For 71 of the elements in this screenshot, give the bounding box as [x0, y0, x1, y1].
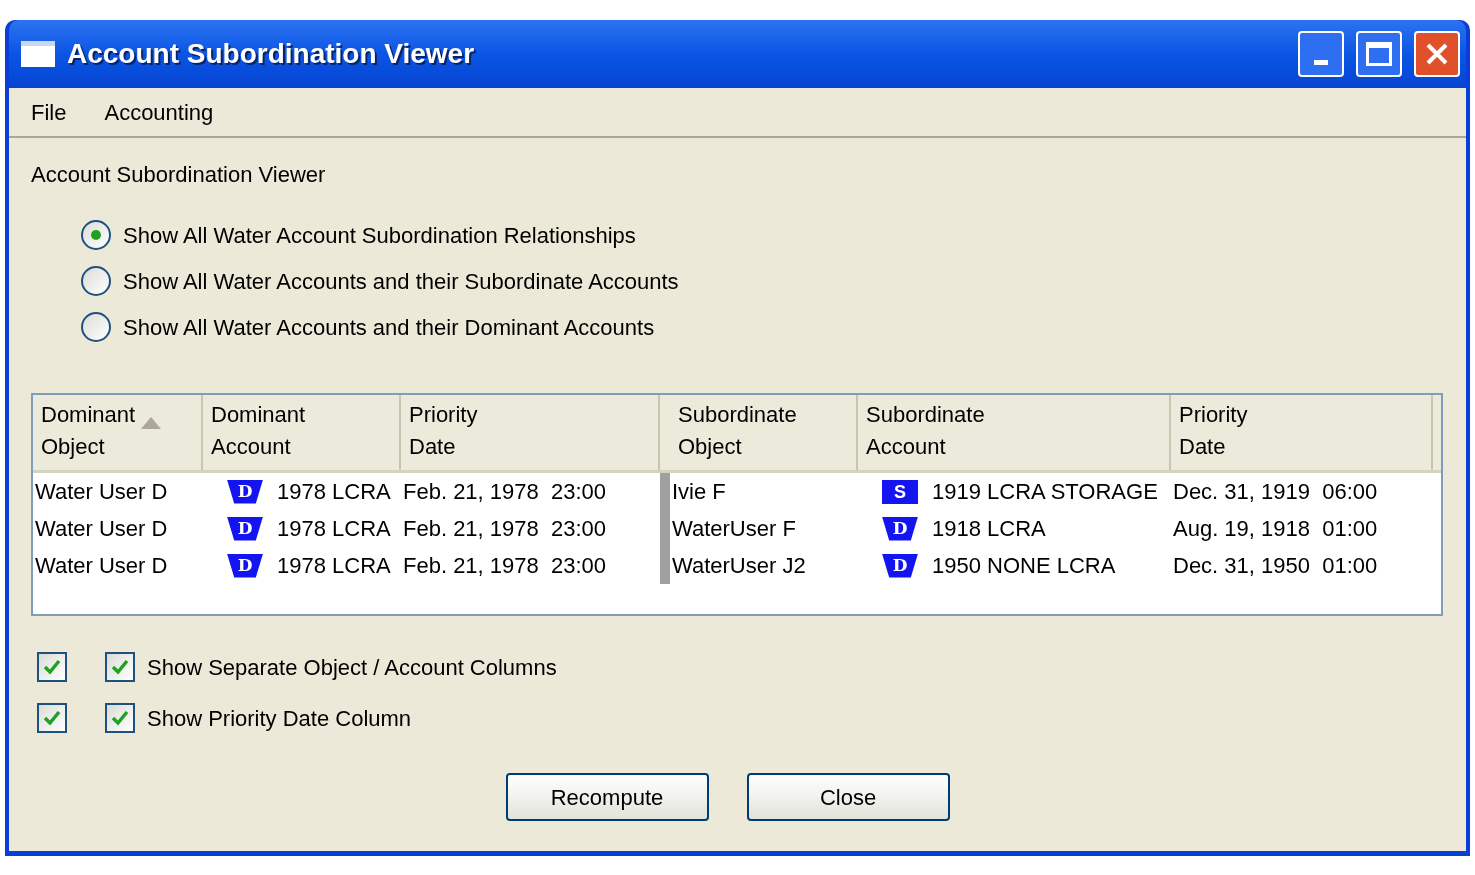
table-cell: Dec. 31, 1950 01:00 — [1173, 553, 1378, 578]
radio-button[interactable] — [81, 312, 111, 342]
column-header[interactable]: Subordinate Account — [858, 395, 1171, 470]
table-cell: Aug. 19, 1918 01:00 — [1173, 516, 1378, 541]
table-cell: Dec. 31, 1919 06:00 — [1173, 479, 1378, 504]
header-text: Subordinate — [866, 401, 985, 429]
account-type-icon: D — [882, 553, 918, 578]
table-cell: Water User D — [35, 479, 168, 504]
header-text: Account — [866, 433, 947, 461]
header-text: Dominant — [211, 401, 306, 429]
account-type-icon: D — [227, 516, 263, 541]
column-header[interactable]: Priority Date — [401, 395, 660, 470]
table-cell: Water User D — [35, 516, 168, 541]
header-text: Object — [678, 433, 743, 461]
header-text: Account — [211, 433, 292, 461]
checkbox[interactable] — [37, 652, 67, 682]
dialog-button[interactable]: Close — [746, 773, 950, 821]
table-cell-text: 1918 LCRA — [932, 515, 1046, 543]
minimize-icon — [1314, 60, 1328, 65]
table-cell-text: 1919 LCRA STORAGE — [932, 478, 1158, 506]
radio-button[interactable] — [81, 220, 111, 250]
radio-label[interactable]: Show All Water Accounts and their Dominant Accounts — [123, 310, 655, 344]
window-icon — [21, 41, 55, 67]
close-icon — [1425, 42, 1449, 66]
check-icon — [43, 710, 61, 726]
header-text: Priority — [409, 401, 478, 429]
table-cell: WaterUser F — [672, 516, 796, 541]
menu-item[interactable]: File — [31, 95, 67, 129]
column-header[interactable]: Subordinate Object — [670, 395, 858, 470]
checkbox-label[interactable]: Show Priority Date Column — [147, 701, 412, 735]
check-icon — [111, 659, 129, 675]
checkbox[interactable] — [105, 652, 135, 682]
check-icon — [43, 659, 61, 675]
window-title: Account Subordination Viewer — [67, 37, 476, 71]
header-text: Dominant — [41, 401, 136, 429]
header-text: Date — [1179, 433, 1227, 461]
header-text: Object — [41, 433, 106, 461]
table-cell-text: 1978 LCRA — [277, 552, 391, 580]
checkbox-label[interactable]: Show Separate Object / Account Columns — [147, 650, 557, 684]
radio-label[interactable]: Show All Water Accounts and their Subordinate Accounts — [123, 264, 679, 298]
maximize-button[interactable] — [1356, 31, 1402, 77]
check-icon — [111, 710, 129, 726]
header-text: Priority — [1179, 401, 1248, 429]
table-cell: WaterUser J2 — [672, 553, 806, 578]
table-cell-text: 1950 NONE LCRA — [932, 552, 1116, 580]
header-text: Subordinate — [678, 401, 797, 429]
checkbox[interactable] — [105, 703, 135, 733]
radio-label[interactable]: Show All Water Account Subordination Relationships — [123, 218, 636, 252]
table-cell: Feb. 21, 1978 23:00 — [403, 479, 607, 504]
account-type-icon: D — [227, 553, 263, 578]
account-type-icon: S — [882, 479, 918, 504]
table-cell: Water User D — [35, 553, 168, 578]
column-header[interactable]: Dominant Account — [203, 395, 401, 470]
table-cell: Feb. 21, 1978 23:00 — [403, 553, 607, 578]
account-type-icon: D — [882, 516, 918, 541]
table-cell: Ivie F — [672, 479, 726, 504]
close-button[interactable] — [1414, 31, 1460, 77]
maximize-icon — [1366, 42, 1392, 66]
radio-button[interactable] — [81, 266, 111, 296]
dialog-button[interactable]: Recompute — [505, 773, 709, 821]
minimize-button[interactable] — [1298, 31, 1344, 77]
account-type-icon: D — [227, 479, 263, 504]
header-text: Date — [409, 433, 457, 461]
table-cell-text: 1978 LCRA — [277, 515, 391, 543]
checkbox[interactable] — [37, 703, 67, 733]
table-cell: Feb. 21, 1978 23:00 — [403, 516, 607, 541]
column-header[interactable]: Dominant Object — [33, 395, 203, 470]
menu-item[interactable]: Accounting — [104, 95, 214, 129]
panel-title: Account Subordination Viewer — [31, 161, 327, 189]
table-cell-text: 1978 LCRA — [277, 478, 391, 506]
column-header[interactable]: Priority Date — [1171, 395, 1433, 470]
